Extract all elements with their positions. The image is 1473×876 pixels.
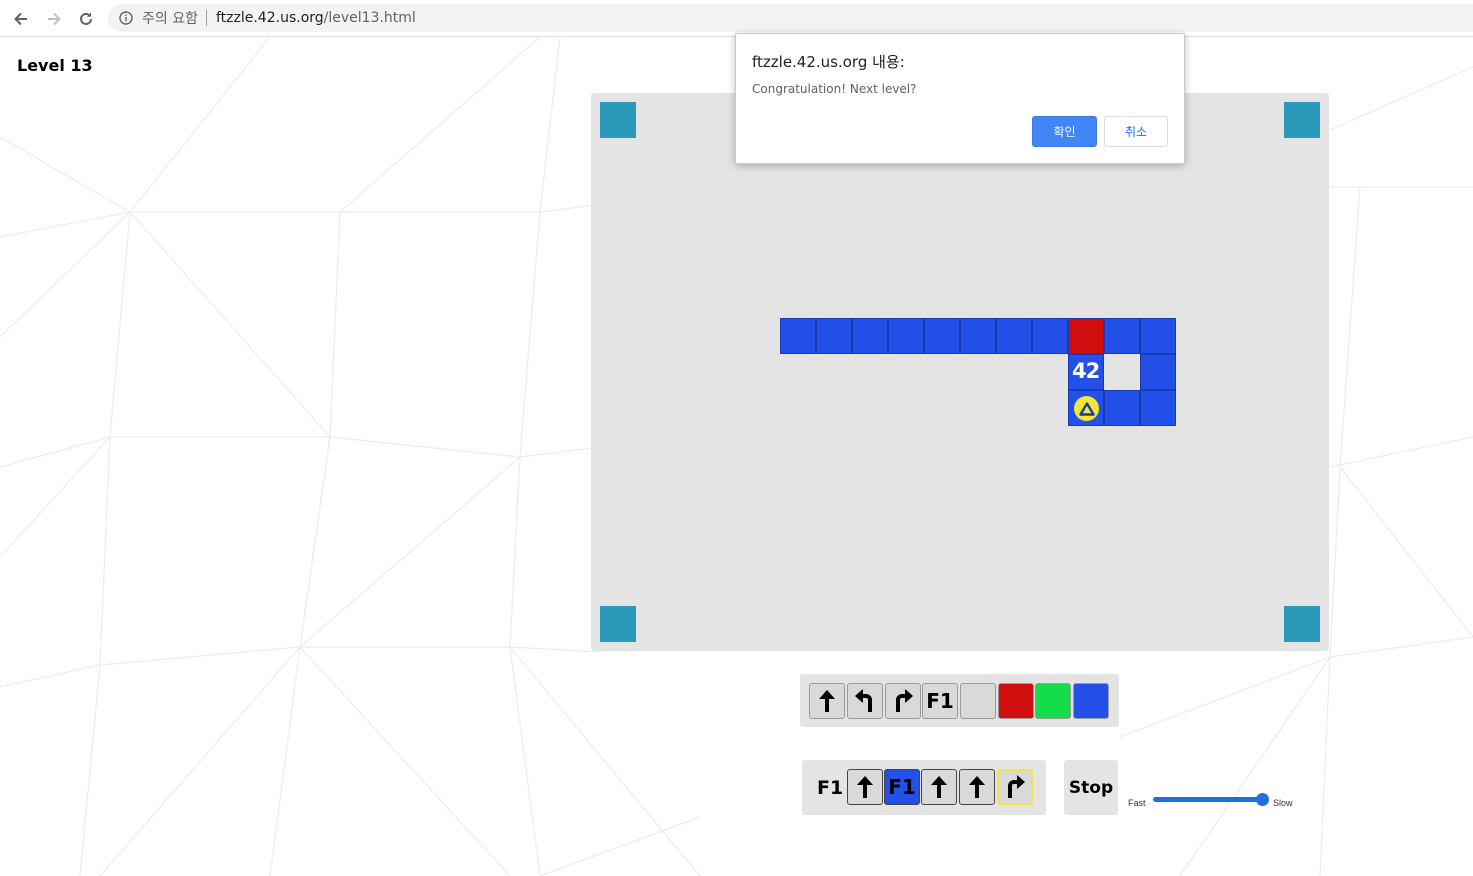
color-green-tool[interactable] [1035, 683, 1071, 719]
function-label: F1 [817, 777, 844, 799]
board-cell [852, 318, 888, 354]
board-cell [1140, 354, 1176, 390]
corner-marker [1284, 102, 1320, 138]
board-cell [1140, 318, 1176, 354]
board-cell-red [1068, 318, 1104, 354]
alert-dialog: ftzzle.42.us.org 내용: Congratulation! Nex… [735, 33, 1185, 164]
forward-arrow-icon [969, 776, 985, 798]
forward-icon[interactable] [43, 8, 65, 30]
dialog-title: ftzzle.42.us.org 내용: [752, 53, 905, 71]
board-cell [888, 318, 924, 354]
board-cell [1140, 390, 1176, 426]
info-icon[interactable] [118, 10, 134, 26]
forward-arrow-icon[interactable] [809, 683, 845, 719]
board-cell-player [1068, 390, 1104, 426]
board-cell [1104, 318, 1140, 354]
program-slot-turn-right[interactable] [997, 769, 1033, 805]
color-red-tool[interactable] [998, 683, 1034, 719]
omnibox-divider [205, 10, 207, 26]
program-slot-forward[interactable] [847, 769, 883, 805]
stop-button[interactable]: Stop [1064, 760, 1118, 815]
address-bar[interactable]: 주의 요함 ftzzle.42.us.org/level13.html [108, 4, 1473, 32]
security-label[interactable]: 주의 요함 [142, 8, 198, 28]
program-slot-f1[interactable]: F1 [884, 769, 920, 805]
url-text[interactable]: ftzzle.42.us.org/level13.html [216, 10, 416, 26]
turn-right-icon[interactable] [885, 683, 921, 719]
corner-marker [600, 102, 636, 138]
instruction-toolbox: F1 [800, 674, 1119, 727]
program-panel: F1 F1 [802, 760, 1046, 815]
reload-icon[interactable] [75, 8, 97, 30]
ok-button[interactable]: 확인 [1032, 116, 1097, 147]
corner-marker [1284, 606, 1320, 642]
cancel-button[interactable]: 취소 [1104, 116, 1168, 147]
board-cell [1104, 390, 1140, 426]
color-gray-tool[interactable] [960, 683, 996, 719]
logo-42: 42 [1072, 359, 1100, 383]
url-host: ftzzle.42.us.org [215, 10, 324, 26]
corner-marker [600, 606, 636, 642]
turn-right-icon [1008, 775, 1025, 798]
program-slot-forward[interactable] [921, 769, 957, 805]
game-board: 42 [591, 93, 1329, 651]
speed-fast-label: Fast [1128, 798, 1146, 808]
board-cell [924, 318, 960, 354]
level-title: Level 13 [17, 56, 93, 75]
board-cell [1032, 318, 1068, 354]
url-path: /level13.html [323, 10, 416, 26]
turn-left-icon[interactable] [847, 683, 883, 719]
program-slot-forward[interactable] [959, 769, 995, 805]
forward-arrow-icon [931, 776, 947, 798]
speed-slider-thumb[interactable] [1256, 793, 1269, 806]
board-cell-logo: 42 [1068, 354, 1104, 390]
function-f1-tool[interactable]: F1 [922, 683, 958, 719]
back-icon[interactable] [10, 8, 32, 30]
board-cell [816, 318, 852, 354]
speed-slider[interactable] [1153, 797, 1265, 802]
browser-toolbar: 주의 요함 ftzzle.42.us.org/level13.html [0, 0, 1473, 37]
board-cell [960, 318, 996, 354]
dialog-message: Congratulation! Next level? [752, 82, 917, 96]
color-blue-tool[interactable] [1073, 683, 1109, 719]
speed-slow-label: Slow [1273, 798, 1293, 808]
player-ship-icon [1074, 396, 1099, 421]
board-cell [996, 318, 1032, 354]
forward-arrow-icon [857, 776, 873, 798]
board-cell [780, 318, 816, 354]
